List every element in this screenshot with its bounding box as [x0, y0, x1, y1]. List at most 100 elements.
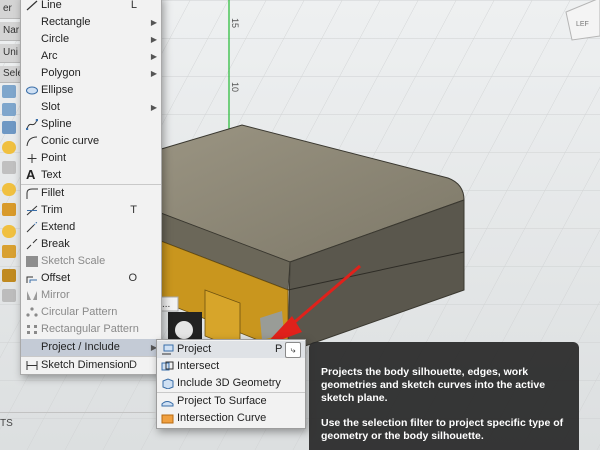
intersect-icon [161, 361, 174, 371]
menu-item-circular-pattern[interactable]: Circular Pattern [21, 304, 161, 321]
menu-item-mirror[interactable]: Mirror [21, 287, 161, 304]
break-icon [26, 239, 38, 250]
mirror-icon [27, 291, 37, 300]
menu-item-point[interactable]: Point [21, 150, 161, 167]
menu-item-text[interactable]: A Text [21, 167, 161, 184]
cutout-hole [175, 321, 193, 339]
selection-row[interactable]: Sele [0, 66, 23, 83]
axis-label: 15 [230, 18, 240, 28]
menu-item-shortcut: L [130, 0, 137, 11]
menu-item-rectangular-pattern[interactable]: Rectangular Pattern [21, 321, 161, 338]
browser-row[interactable] [0, 202, 22, 218]
units-row[interactable]: Uni [0, 44, 22, 63]
sketch-menu: Line L Rectangle ▶ Circle ▶ Arc ▶ Polygo… [20, 0, 162, 375]
menu-item-label: Extend [41, 221, 76, 233]
project-icon [162, 344, 174, 355]
menu-item-sketch-dimension[interactable]: Sketch Dimension D [21, 357, 161, 374]
menu-item-break[interactable]: Break [21, 236, 161, 253]
spline-icon [26, 119, 38, 130]
extend-icon [26, 222, 38, 233]
sketch-icon [2, 289, 16, 302]
submenu-item-project-to-surface[interactable]: Project To Surface [157, 393, 305, 410]
chevron-right-icon: ▶ [150, 103, 157, 112]
panel-tab[interactable]: er [0, 0, 22, 19]
menu-item-rectangle[interactable]: Rectangle ▶ [21, 14, 161, 31]
lightbulb-icon [2, 225, 16, 238]
menu-item-label: Circle [41, 33, 70, 45]
viewcube-label: LEF [576, 21, 589, 28]
component-icon [2, 269, 16, 282]
folder-icon [2, 85, 16, 98]
chevron-right-icon: ▶ [150, 18, 157, 27]
submenu-item-shortcut: P [275, 343, 283, 355]
menu-item-offset[interactable]: Offset O [21, 270, 161, 287]
menu-item-extend[interactable]: Extend [21, 219, 161, 236]
name-row[interactable]: Nar [0, 22, 22, 41]
tooltip-hint: Use the selection filter to project spec… [321, 417, 564, 442]
menu-item-polygon[interactable]: Polygon ▶ [21, 65, 161, 82]
sketch-scale-icon [26, 256, 38, 267]
menu-item-label: Sketch Dimension [41, 359, 130, 371]
name-label: Nar [3, 25, 20, 36]
app-window: 15 10 05 0 LEF [0, 0, 600, 450]
sketch-dimension-icon [26, 361, 38, 370]
menu-item-label: Sketch Scale [41, 255, 106, 267]
submenu-item-project[interactable]: Project P ⤷ [157, 341, 305, 358]
browser-row[interactable] [0, 288, 22, 304]
menu-item-shortcut: T [130, 204, 137, 216]
menu-item-circle[interactable]: Circle ▶ [21, 31, 161, 48]
menu-item-label: Spline [41, 118, 72, 130]
menu-item-label: Fillet [41, 187, 65, 199]
menu-item-label: Trim [41, 204, 63, 216]
browser-row[interactable] [0, 140, 22, 156]
menu-item-label: Rectangular Pattern [41, 323, 139, 335]
menu-item-line[interactable]: Line L [21, 0, 161, 14]
menu-item-fillet[interactable]: Fillet [21, 185, 161, 202]
menu-item-label: Offset [41, 272, 71, 284]
menu-item-shortcut: D [129, 359, 137, 371]
menu-item-label: Rectangle [41, 16, 91, 28]
submenu-item-intersection-curve[interactable]: Intersection Curve [157, 410, 305, 427]
menu-item-ellipse[interactable]: Ellipse [21, 82, 161, 99]
browser-row[interactable] [0, 244, 22, 260]
submenu-item-label: Intersection Curve [177, 412, 267, 424]
project-include-submenu: Project P ⤷ Intersect Include 3D Geometr… [156, 339, 306, 429]
browser-row[interactable] [0, 224, 22, 240]
body-icon [2, 161, 16, 174]
browser-row[interactable] [0, 268, 22, 284]
chevron-right-icon: ▶ [150, 35, 157, 44]
menu-item-spline[interactable]: Spline [21, 116, 161, 133]
line-icon [26, 0, 38, 11]
rectangular-pattern-icon [27, 325, 37, 334]
browser-row[interactable] [0, 120, 22, 136]
chevron-right-icon: ▶ [150, 69, 157, 78]
text-icon: A [26, 167, 36, 182]
menu-item-label: Circular Pattern [41, 306, 118, 318]
submenu-item-include-3d-geometry[interactable]: Include 3D Geometry [157, 375, 305, 392]
browser-row[interactable] [0, 84, 22, 100]
menu-item-slot[interactable]: Slot ▶ [21, 99, 161, 116]
menu-item-label: Mirror [41, 289, 70, 301]
intersection-curve-icon [161, 414, 174, 424]
menu-item-shortcut: O [128, 272, 137, 284]
browser-row[interactable] [0, 182, 22, 198]
ellipse-icon [26, 86, 38, 95]
component-icon [2, 203, 16, 216]
offset-icon [26, 276, 37, 283]
axis-label: 10 [230, 82, 240, 92]
pin-icon[interactable]: ⤷ [285, 342, 301, 358]
browser-row[interactable] [0, 160, 22, 176]
menu-item-trim[interactable]: Trim T [21, 202, 161, 219]
menu-item-conic-curve[interactable]: Conic curve [21, 133, 161, 150]
menu-item-project-include[interactable]: Project / Include ▶ [21, 339, 161, 356]
menu-item-label: Break [41, 238, 70, 250]
menu-item-label: Point [41, 152, 67, 164]
menu-item-arc[interactable]: Arc ▶ [21, 48, 161, 65]
menu-item-sketch-scale[interactable]: Sketch Scale [21, 253, 161, 270]
tooltip-description: Projects the body silhouette, edges, wor… [321, 366, 546, 404]
submenu-item-label: Intersect [177, 360, 220, 372]
menu-item-label: Conic curve [41, 135, 100, 147]
lightbulb-icon [2, 141, 16, 154]
submenu-item-intersect[interactable]: Intersect [157, 358, 305, 375]
browser-row[interactable] [0, 102, 22, 118]
